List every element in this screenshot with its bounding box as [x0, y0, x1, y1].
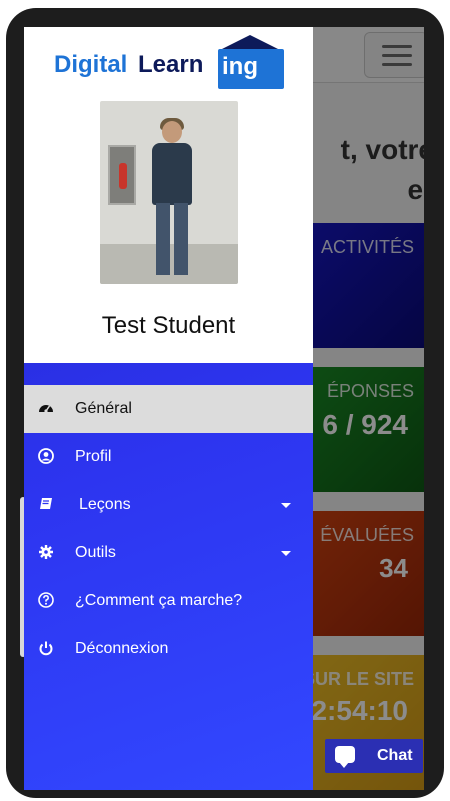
- student-name: Test Student: [101, 312, 236, 339]
- menu-item-profil[interactable]: Profil: [24, 433, 313, 481]
- digital-learning-logo: Digital Learn ing: [54, 35, 284, 89]
- gear-icon: [38, 544, 54, 560]
- menu-item-label: Déconnexion: [75, 640, 169, 657]
- chevron-down-icon[interactable]: [281, 503, 291, 508]
- person-head: [162, 121, 182, 143]
- menu-item-label: Profil: [75, 448, 112, 465]
- menu-item-lecons[interactable]: Leçons: [24, 481, 313, 529]
- menu-item-label: Leçons: [79, 496, 131, 513]
- logo-text-digital: Digital: [54, 51, 128, 78]
- menu-item-logout[interactable]: Déconnexion: [24, 625, 313, 673]
- dashboard-icon: [38, 400, 54, 416]
- person-body: [152, 143, 192, 205]
- logo-text-learn: Learn: [138, 51, 204, 78]
- menu-item-label: Outils: [75, 544, 116, 561]
- drawer-header: Digital Learn ing Test Student: [24, 27, 313, 363]
- menu-item-label: Général: [75, 400, 132, 417]
- avatar: [100, 101, 238, 284]
- chat-label: Chat: [377, 747, 413, 764]
- menu-item-how-it-works[interactable]: ¿Comment ça marche?: [24, 577, 313, 625]
- power-icon: [38, 640, 54, 656]
- person-leg-right: [174, 203, 188, 275]
- question-circle-icon: [38, 592, 54, 608]
- drawer-menu: Général Profil Leçons Outils ¿Comment ça…: [24, 385, 313, 673]
- book-icon: [38, 496, 54, 512]
- chat-button[interactable]: Chat: [325, 739, 423, 773]
- menu-item-label: ¿Comment ça marche?: [75, 592, 243, 609]
- chevron-down-icon[interactable]: [281, 551, 291, 556]
- person-leg-left: [156, 203, 170, 275]
- logo-text-ing: ing: [222, 53, 258, 80]
- chat-bubble-icon: [335, 746, 355, 768]
- menu-item-general[interactable]: Général: [24, 385, 313, 433]
- user-circle-icon: [38, 448, 54, 464]
- menu-item-outils[interactable]: Outils: [24, 529, 313, 577]
- side-drawer: Digital Learn ing Test Student Général P…: [24, 27, 313, 790]
- fire-extinguisher-cabinet: [108, 145, 136, 205]
- app-screen: t, votre er ACTIVITÉS ÉPONSES 6 / 924 ÉV…: [24, 27, 424, 790]
